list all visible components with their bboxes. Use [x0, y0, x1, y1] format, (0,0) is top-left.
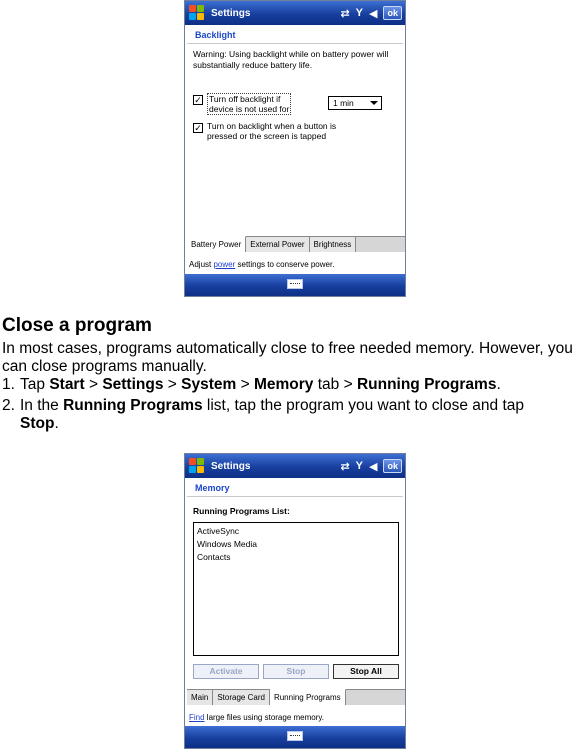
list-item[interactable]: Windows Media: [197, 538, 395, 551]
tab-strip: Battery Power External Power Brightness: [187, 236, 405, 252]
ok-button[interactable]: ok: [383, 6, 402, 20]
step-text: In the: [20, 397, 64, 414]
hint-suffix: settings to conserve power.: [235, 260, 335, 269]
step-2: 2. In the Running Programs list, tap the …: [2, 397, 562, 433]
running-programs-list[interactable]: ActiveSync Windows Media Contacts: [193, 522, 399, 656]
settings-backlight-screen: Settings ⇄ Y ◀ ok Backlight Warning: Usi…: [184, 0, 406, 297]
keyboard-icon[interactable]: [287, 279, 303, 289]
connectivity-icon[interactable]: ⇄: [340, 460, 349, 473]
tab-filler: [356, 237, 405, 252]
find-link[interactable]: Find: [189, 713, 205, 722]
hint-suffix: large files using storage memory.: [204, 713, 325, 722]
dropdown-value: 1 min: [333, 98, 354, 108]
start-icon[interactable]: [189, 5, 205, 21]
menu-bar: [185, 726, 405, 748]
title-bar: Settings ⇄ Y ◀ ok: [185, 1, 405, 25]
list-item[interactable]: Contacts: [197, 551, 395, 564]
tab-battery-power[interactable]: Battery Power: [187, 236, 247, 252]
tab-strip: Main Storage Card Running Programs: [187, 689, 405, 705]
warning-text: Warning: Using backlight while on batter…: [193, 49, 389, 70]
backlight-on-checkbox[interactable]: ✓: [193, 123, 203, 133]
list-title: Running Programs List:: [193, 506, 290, 516]
hint-prefix: Adjust: [189, 260, 214, 269]
step-1: 1. Tap Start > Settings > System > Memory…: [2, 376, 501, 394]
intro-paragraph: In most cases, programs automatically cl…: [2, 340, 573, 375]
start-icon[interactable]: [189, 458, 205, 474]
volume-icon[interactable]: ◀: [369, 460, 377, 473]
section-heading: Close a program: [2, 315, 152, 336]
window-title: Settings: [211, 7, 251, 19]
step-bold: Stop: [20, 415, 55, 432]
step-text: >: [84, 376, 103, 393]
backlight-off-option[interactable]: ✓ Turn off backlight if device is not use…: [193, 93, 292, 115]
backlight-off-label: Turn off backlight if device is not used …: [207, 93, 292, 115]
section-title: Backlight: [187, 25, 403, 44]
section-title: Memory: [187, 478, 403, 497]
keyboard-icon[interactable]: [287, 731, 303, 741]
activate-button[interactable]: Activate: [193, 664, 259, 679]
signal-icon[interactable]: Y: [356, 460, 363, 472]
step-text: Tap: [20, 376, 50, 393]
backlight-on-label: Turn on backlight when a button is presse…: [207, 121, 337, 141]
step-bold: Settings: [102, 376, 164, 393]
ok-button[interactable]: ok: [383, 459, 402, 473]
tab-main[interactable]: Main: [187, 690, 214, 705]
step-bold: System: [181, 376, 237, 393]
signal-icon[interactable]: Y: [356, 7, 363, 19]
list-item[interactable]: ActiveSync: [197, 525, 395, 538]
tab-brightness[interactable]: Brightness: [309, 237, 357, 252]
settings-memory-screen: Settings ⇄ Y ◀ ok Memory Running Program…: [184, 453, 406, 749]
tab-running-programs[interactable]: Running Programs: [269, 689, 346, 705]
menu-bar: [185, 274, 405, 296]
backlight-timeout-dropdown[interactable]: 1 min: [328, 96, 382, 110]
power-link[interactable]: power: [213, 260, 235, 269]
step-bold: Memory: [253, 376, 314, 393]
step-text: list, tap the program you want to close …: [202, 397, 524, 414]
title-bar: Settings ⇄ Y ◀ ok: [185, 454, 405, 478]
step-bold: Running Programs: [63, 397, 203, 414]
connectivity-icon[interactable]: ⇄: [340, 7, 349, 20]
step-text: >: [236, 376, 254, 393]
stop-all-button[interactable]: Stop All: [333, 664, 399, 679]
backlight-off-checkbox[interactable]: ✓: [193, 95, 203, 105]
backlight-on-option[interactable]: ✓ Turn on backlight when a button is pres…: [193, 121, 336, 141]
step-number: 1.: [2, 376, 15, 393]
power-hint: Adjust power settings to conserve power.: [187, 260, 403, 269]
step-bold: Start: [49, 376, 85, 393]
tab-filler: [345, 690, 405, 705]
memory-hint: Find large files using storage memory.: [187, 713, 403, 722]
tab-storage-card[interactable]: Storage Card: [213, 690, 270, 705]
step-text: >: [163, 376, 182, 393]
step-text: .: [54, 415, 59, 432]
tab-external-power[interactable]: External Power: [246, 237, 310, 252]
step-number: 2.: [2, 397, 15, 414]
chevron-down-icon: [370, 101, 378, 105]
volume-icon[interactable]: ◀: [369, 7, 377, 20]
step-text: .: [496, 376, 501, 393]
window-title: Settings: [211, 460, 251, 472]
stop-button[interactable]: Stop: [263, 664, 329, 679]
step-bold: Running Programs: [356, 376, 497, 393]
step-text: tab >: [313, 376, 357, 393]
